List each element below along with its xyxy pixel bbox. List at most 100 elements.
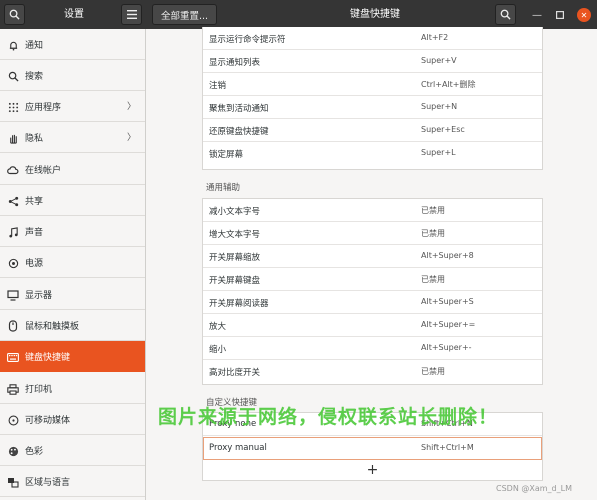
sidebar-item-label: 声音: [25, 228, 44, 238]
shortcut-keys: Alt+F2: [421, 33, 449, 42]
shortcut-name: Proxy manual: [209, 443, 267, 453]
maximize-icon: [556, 11, 564, 19]
sidebar-item-color[interactable]: 色彩: [0, 435, 145, 466]
search-icon: [7, 70, 19, 82]
header-bar: 设置 全部重置... 键盘快捷键 — ✕: [0, 0, 597, 29]
shortcut-row[interactable]: 还原键盘快捷键 Super+Esc: [203, 119, 542, 142]
sidebar-item-printers[interactable]: 打印机: [0, 373, 145, 404]
shortcut-row[interactable]: 显示通知列表 Super+V: [203, 50, 542, 73]
shortcut-row[interactable]: 缩小 Alt+Super+-: [203, 337, 542, 360]
chevron-right-icon: 〉: [126, 133, 136, 143]
shortcut-row[interactable]: 锁定屏幕 Super+L: [203, 142, 542, 165]
shortcut-name: 开关屏幕键盘: [209, 276, 261, 286]
shortcut-row[interactable]: Proxy manual Shift+Ctrl+M: [203, 437, 542, 460]
bell-icon: [7, 39, 19, 51]
shortcut-name: 聚焦到活动通知: [209, 104, 269, 114]
share-icon: [7, 195, 19, 207]
sidebar-item-label: 打印机: [25, 385, 53, 395]
shortcut-name: 注销: [209, 81, 227, 91]
grid-icon: [7, 101, 19, 113]
shortcut-keys: Super+Esc: [421, 125, 465, 134]
sidebar-search-button[interactable]: [4, 4, 25, 25]
keyboard-icon: [7, 351, 19, 363]
sidebar-item-search[interactable]: 搜索: [0, 60, 145, 91]
shortcut-name: 增大文本字号: [209, 230, 261, 240]
sidebar-item-label: 共享: [25, 197, 44, 207]
shortcut-row[interactable]: 开关屏幕阅读器 Alt+Super+S: [203, 291, 542, 314]
reset-all-button[interactable]: 全部重置...: [152, 4, 217, 25]
shortcut-name: 显示运行命令提示符: [209, 35, 286, 45]
sidebar-item-label: 鼠标和触摸板: [25, 322, 80, 332]
sidebar-item-notifications[interactable]: 通知: [0, 29, 145, 60]
sidebar-item-label: 色彩: [25, 447, 44, 457]
shortcut-row[interactable]: 放大 Alt+Super+=: [203, 314, 542, 337]
shortcut-name: 缩小: [209, 345, 227, 355]
shortcut-name: 放大: [209, 322, 227, 332]
shortcut-row[interactable]: 高对比度开关 已禁用: [203, 360, 542, 383]
shortcut-keys: Ctrl+Alt+删除: [421, 80, 476, 89]
hamburger-icon: [126, 10, 137, 19]
sidebar-item-removable-media[interactable]: 可移动媒体: [0, 404, 145, 435]
sidebar-item-label: 显示器: [25, 291, 53, 301]
sidebar-item-online-accounts[interactable]: 在线帐户: [0, 154, 145, 185]
shortcut-name: 高对比度开关: [209, 368, 261, 378]
shortcut-name: 显示通知列表: [209, 58, 261, 68]
cloud-icon: [7, 164, 19, 176]
shortcut-name: 锁定屏幕: [209, 150, 244, 160]
display-icon: [7, 289, 19, 301]
shortcuts-panel: 显示运行命令提示符 Alt+F2 显示通知列表 Super+V 注销 Ctrl+Alt…: [147, 27, 597, 500]
sidebar-item-privacy[interactable]: 隐私 〉: [0, 122, 145, 153]
accessibility-shortcuts-list: 减小文本字号 已禁用 增大文本字号 已禁用 开关屏幕缩放 Alt+Super+8 开关…: [202, 198, 543, 385]
shortcut-row[interactable]: 注销 Ctrl+Alt+删除: [203, 73, 542, 96]
sidebar-item-label: 在线帐户: [25, 166, 62, 176]
hand-icon: [7, 132, 19, 144]
shortcut-row[interactable]: 增大文本字号 已禁用: [203, 222, 542, 245]
settings-title: 设置: [64, 9, 84, 20]
sidebar-item-label: 通知: [25, 41, 44, 51]
add-shortcut-button[interactable]: +: [203, 460, 542, 483]
shortcut-keys: Super+L: [421, 148, 456, 157]
sidebar-item-label: 可移动媒体: [25, 416, 71, 426]
sidebar-item-applications[interactable]: 应用程序 〉: [0, 91, 145, 122]
shortcut-row[interactable]: 开关屏幕键盘 已禁用: [203, 268, 542, 291]
shortcut-name: 开关屏幕阅读器: [209, 299, 269, 309]
menu-button[interactable]: [121, 4, 142, 25]
sidebar-item-sound[interactable]: 声音: [0, 216, 145, 247]
shortcut-name: 开关屏幕缩放: [209, 253, 261, 263]
sidebar-item-label: 搜索: [25, 72, 44, 82]
sidebar-item-sharing[interactable]: 共享: [0, 185, 145, 216]
mouse-icon: [7, 320, 19, 332]
globe-icon: [7, 476, 19, 488]
sidebar-item-keyboard-shortcuts[interactable]: 键盘快捷键: [0, 341, 145, 372]
shortcut-row[interactable]: 开关屏幕缩放 Alt+Super+8: [203, 245, 542, 268]
maximize-button[interactable]: [553, 8, 567, 22]
sidebar-item-power[interactable]: 电源: [0, 247, 145, 278]
shortcut-keys: 已禁用: [421, 206, 445, 215]
plus-icon: +: [366, 462, 379, 478]
media-icon: [7, 414, 19, 426]
sidebar-item-label: 区域与语言: [25, 478, 71, 488]
system-shortcuts-list: 显示运行命令提示符 Alt+F2 显示通知列表 Super+V 注销 Ctrl+Alt…: [202, 27, 543, 170]
shortcut-keys: 已禁用: [421, 229, 445, 238]
close-button[interactable]: ✕: [577, 8, 591, 22]
shortcut-keys: Super+N: [421, 102, 458, 111]
shortcut-row[interactable]: 聚焦到活动通知 Super+N: [203, 96, 542, 119]
sidebar-item-mouse-touchpad[interactable]: 鼠标和触摸板: [0, 310, 145, 341]
printer-icon: [7, 383, 19, 395]
shortcut-keys: Shift+Ctrl+M: [421, 443, 474, 452]
minimize-button[interactable]: —: [530, 8, 544, 22]
minimize-icon: —: [532, 9, 542, 21]
sidebar-item-label: 键盘快捷键: [25, 353, 71, 363]
sidebar-item-region-language[interactable]: 区域与语言: [0, 466, 145, 497]
section-title-accessibility: 通用辅助: [206, 183, 241, 193]
shortcut-search-button[interactable]: [495, 4, 516, 25]
power-icon: [7, 257, 19, 269]
chevron-right-icon: 〉: [126, 102, 136, 112]
search-icon: [9, 9, 20, 20]
watermark-text: 图片来源于网络，侵权联系站长删除！: [158, 406, 499, 428]
search-icon: [500, 9, 511, 20]
shortcut-row[interactable]: 减小文本字号 已禁用: [203, 199, 542, 222]
shortcut-keys: Alt+Super+8: [421, 251, 474, 260]
shortcut-row[interactable]: 显示运行命令提示符 Alt+F2: [203, 27, 542, 50]
sidebar-item-displays[interactable]: 显示器: [0, 279, 145, 310]
